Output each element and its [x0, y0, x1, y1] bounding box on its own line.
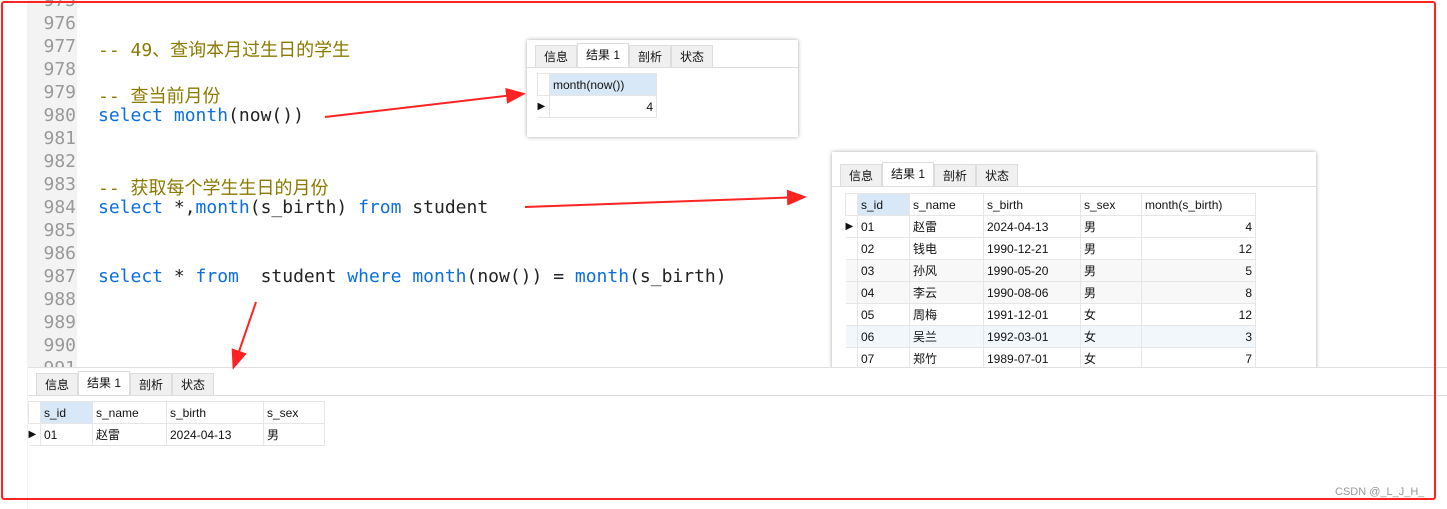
arrow-to-month-result	[324, 87, 526, 118]
arrow-to-all-result	[524, 189, 807, 208]
watermark: CSDN @_L_J_H_	[1335, 486, 1425, 498]
arrow-to-filter-result	[231, 301, 257, 370]
annotation-arrows	[231, 87, 807, 370]
